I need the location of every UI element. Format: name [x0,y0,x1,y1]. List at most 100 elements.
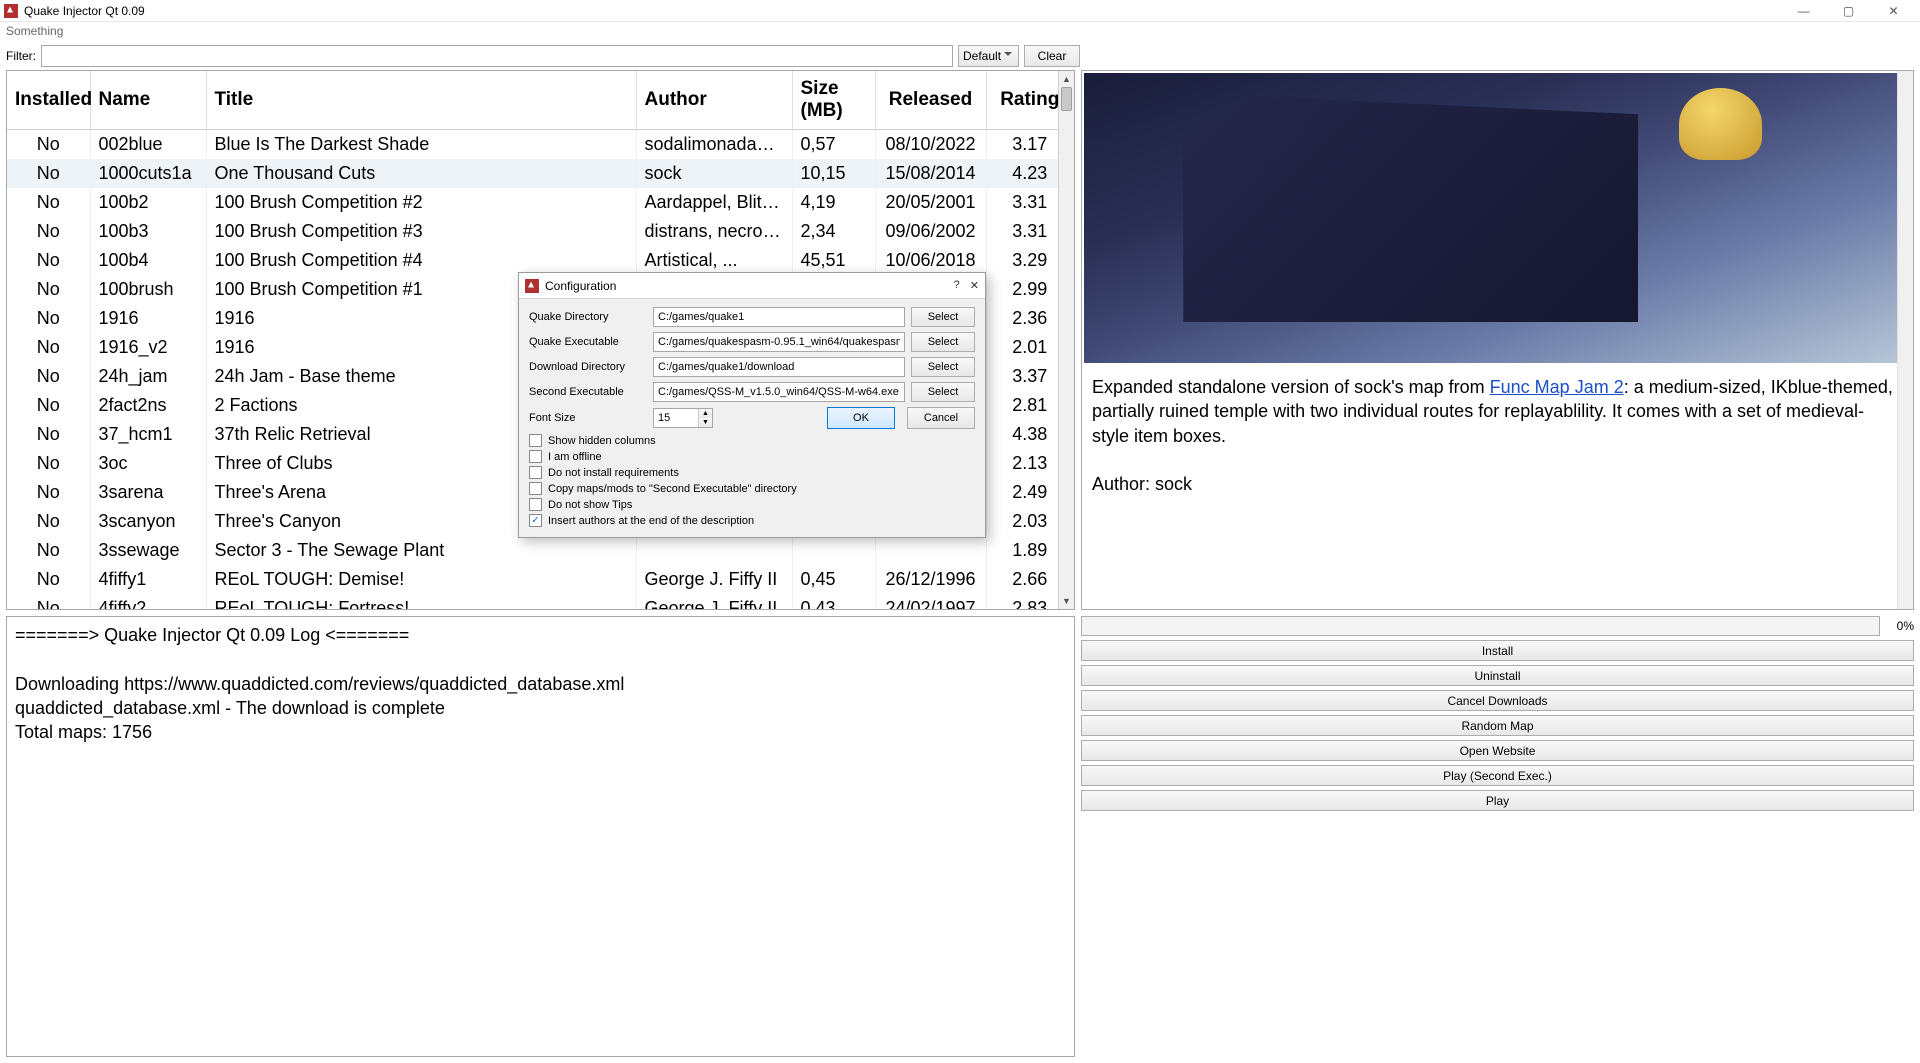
input-font-size[interactable]: ▲▼ [653,408,713,428]
select-quake-directory-button[interactable]: Select [911,307,975,327]
cell-title: REoL TOUGH: Demise! [206,565,636,594]
cell-released: 26/12/1996 [875,565,986,594]
cell-installed: No [7,449,90,478]
input-quake-executable[interactable] [653,332,905,352]
scroll-up-icon[interactable]: ▲ [1059,71,1074,87]
label-download-directory: Download Directory [529,361,647,373]
map-description: Expanded standalone version of sock's ma… [1082,365,1913,506]
checkbox-noreq[interactable] [529,466,542,479]
cell-installed: No [7,420,90,449]
cell-released: 20/05/2001 [875,188,986,217]
checkbox-label: Do not show Tips [548,499,632,511]
checkbox-label: Do not install requirements [548,467,679,479]
table-row[interactable]: No100b4100 Brush Competition #4Artistica… [7,246,1074,275]
input-download-directory[interactable] [653,357,905,377]
table-scrollbar[interactable]: ▲ ▼ [1058,71,1074,609]
checkbox-copy[interactable] [529,482,542,495]
label-second-executable: Second Executable [529,386,647,398]
input-second-executable[interactable] [653,382,905,402]
select-quake-executable-button[interactable]: Select [911,332,975,352]
checkbox-notips[interactable] [529,498,542,511]
table-row[interactable]: No100b2100 Brush Competition #2Aardappel… [7,188,1074,217]
scroll-down-icon[interactable]: ▼ [1059,593,1074,609]
cell-name: 4fiffy1 [90,565,206,594]
cell-name: 3ssewage [90,536,206,565]
spin-up-icon[interactable]: ▲ [699,409,712,418]
log-line: =======> Quake Injector Qt 0.09 Log <===… [15,623,1066,647]
cell-name: 3oc [90,449,206,478]
dialog-close-button[interactable]: ✕ [970,279,979,292]
select-download-directory-button[interactable]: Select [911,357,975,377]
clear-button[interactable]: Clear [1024,45,1080,67]
col-released[interactable]: Released [875,71,986,130]
uninstall-button[interactable]: Uninstall [1081,665,1914,686]
ok-button[interactable]: OK [827,407,895,429]
cancel-downloads-button[interactable]: Cancel Downloads [1081,690,1914,711]
random-map-button[interactable]: Random Map [1081,715,1914,736]
cell-author: Artistical, ... [636,246,792,275]
open-website-button[interactable]: Open Website [1081,740,1914,761]
cell-title: Sector 3 - The Sewage Plant [206,536,636,565]
table-row[interactable]: No4fiffy1REoL TOUGH: Demise!George J. Fi… [7,565,1074,594]
col-title[interactable]: Title [206,71,636,130]
cell-installed: No [7,594,90,610]
select-second-executable-button[interactable]: Select [911,382,975,402]
table-header-row: Installed Name Title Author Size (MB) Re… [7,71,1074,130]
dialog-help-button[interactable]: ? [954,279,960,292]
cell-title: 100 Brush Competition #3 [206,217,636,246]
checkbox-label: Show hidden columns [548,435,656,447]
filter-combo[interactable]: Default [958,45,1019,67]
input-quake-directory[interactable] [653,307,905,327]
minimize-button[interactable]: — [1781,0,1826,22]
filter-input[interactable] [41,45,953,67]
label-font-size: Font Size [529,412,647,424]
spin-down-icon[interactable]: ▼ [699,418,712,427]
cell-size: 10,15 [792,159,875,188]
close-button[interactable]: ✕ [1871,0,1916,22]
menu-item[interactable]: Something [6,24,63,38]
play-button[interactable]: Play [1081,790,1914,811]
preview-scrollbar[interactable] [1897,71,1913,609]
log-line: quaddicted_database.xml - The download i… [15,696,1066,720]
maximize-button[interactable]: ▢ [1826,0,1871,22]
cell-name: 3scanyon [90,507,206,536]
col-author[interactable]: Author [636,71,792,130]
cell-size: 0,43 [792,594,875,610]
filter-row: Filter: Default Clear [0,42,1920,70]
table-row[interactable]: No4fiffy2REoL TOUGH: Fortress!George J. … [7,594,1074,610]
window-title: Quake Injector Qt 0.09 [24,4,145,18]
desc-link[interactable]: Func Map Jam 2 [1490,377,1624,397]
table-row[interactable]: No002blueBlue Is The Darkest Shadesodali… [7,130,1074,160]
install-button[interactable]: Install [1081,640,1914,661]
desc-author: Author: sock [1092,474,1192,494]
cell-author [636,536,792,565]
checkbox-offline[interactable] [529,450,542,463]
label-quake-executable: Quake Executable [529,336,647,348]
cell-installed: No [7,478,90,507]
scroll-thumb[interactable] [1061,87,1072,111]
checkbox-hidden[interactable] [529,434,542,447]
cell-released: 24/02/1997 [875,594,986,610]
cell-installed: No [7,333,90,362]
cell-name: 100b2 [90,188,206,217]
cell-name: 24h_jam [90,362,206,391]
dialog-title: Configuration [545,279,616,293]
cell-name: 3sarena [90,478,206,507]
cell-size: 0,45 [792,565,875,594]
col-installed[interactable]: Installed [7,71,90,130]
play-second-exec-button[interactable]: Play (Second Exec.) [1081,765,1914,786]
table-row[interactable]: No3ssewageSector 3 - The Sewage Plant1.8… [7,536,1074,565]
checkbox-authors[interactable]: ✓ [529,514,542,527]
cell-installed: No [7,217,90,246]
cell-name: 002blue [90,130,206,160]
menubar: Something [0,22,1920,42]
table-row[interactable]: No100b3100 Brush Competition #3distrans,… [7,217,1074,246]
cancel-button[interactable]: Cancel [907,407,975,429]
cell-title: Blue Is The Darkest Shade [206,130,636,160]
col-name[interactable]: Name [90,71,206,130]
cell-author: George J. Fiffy II [636,594,792,610]
cell-name: 100brush [90,275,206,304]
progress-percent: 0% [1884,619,1914,633]
table-row[interactable]: No1000cuts1aOne Thousand Cutssock10,1515… [7,159,1074,188]
col-size[interactable]: Size (MB) [792,71,875,130]
